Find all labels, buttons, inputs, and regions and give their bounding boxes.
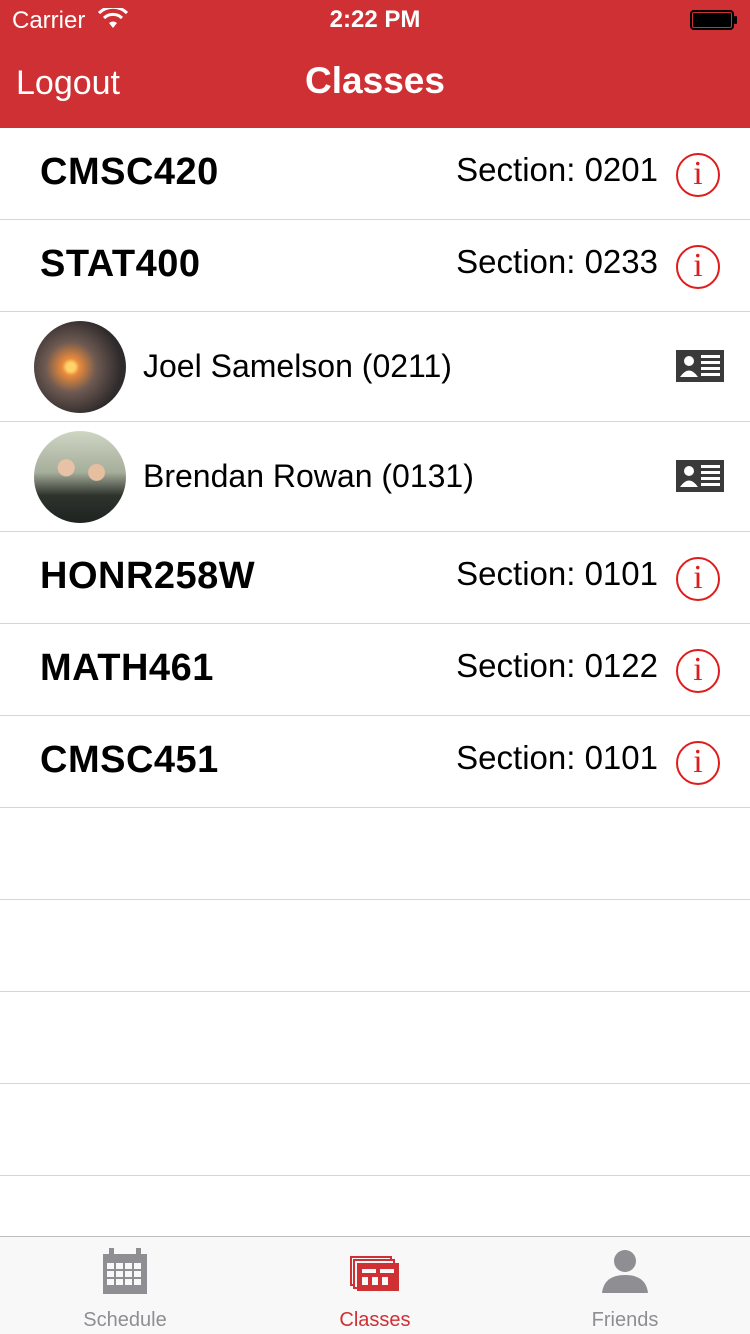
- course-row[interactable]: MATH461 Section: 0122 i: [0, 624, 750, 716]
- tab-schedule[interactable]: Schedule: [0, 1237, 250, 1334]
- carrier-label: Carrier: [12, 7, 86, 34]
- empty-row: [0, 900, 750, 992]
- friend-name: Brendan Rowan (0131): [143, 458, 474, 494]
- course-row[interactable]: CMSC420 Section: 0201 i: [0, 128, 750, 220]
- empty-row: [0, 992, 750, 1084]
- classes-icon: [350, 1256, 399, 1291]
- wifi-icon: [98, 8, 128, 28]
- avatar: [34, 431, 126, 523]
- tab-classes[interactable]: Classes: [250, 1237, 500, 1334]
- avatar: [34, 321, 126, 413]
- course-code: MATH461: [40, 647, 214, 689]
- battery-icon: [690, 10, 737, 30]
- course-section: Section: 0233: [456, 243, 658, 280]
- classes-list: CMSC420 Section: 0201 i STAT400 Section:…: [0, 128, 750, 1176]
- friend-name: Joel Samelson (0211): [143, 348, 452, 384]
- status-bar: Carrier 2:22 PM: [0, 0, 750, 40]
- friend-row[interactable]: Brendan Rowan (0131): [0, 422, 750, 532]
- person-icon: [602, 1250, 648, 1293]
- course-code: HONR258W: [40, 555, 256, 597]
- friend-row[interactable]: Joel Samelson (0211): [0, 312, 750, 422]
- course-code: CMSC451: [40, 739, 219, 781]
- info-icon[interactable]: i: [676, 557, 720, 601]
- tab-label: Classes: [339, 1309, 411, 1331]
- course-row[interactable]: HONR258W Section: 0101 i: [0, 532, 750, 624]
- navigation-header: Carrier 2:22 PM Logout Classes: [0, 0, 750, 128]
- empty-row: [0, 1084, 750, 1176]
- logout-button[interactable]: Logout: [16, 64, 120, 103]
- info-icon[interactable]: i: [676, 741, 720, 785]
- info-icon[interactable]: i: [676, 245, 720, 289]
- course-code: STAT400: [40, 243, 201, 285]
- tab-friends[interactable]: Friends: [500, 1237, 750, 1334]
- course-code: CMSC420: [40, 151, 219, 193]
- contact-card-icon[interactable]: [676, 350, 724, 382]
- course-row[interactable]: CMSC451 Section: 0101 i: [0, 716, 750, 808]
- course-section: Section: 0201: [456, 151, 658, 188]
- course-section: Section: 0101: [456, 555, 658, 592]
- calendar-icon: [103, 1248, 147, 1294]
- course-row[interactable]: STAT400 Section: 0233 i: [0, 220, 750, 312]
- course-section: Section: 0101: [456, 739, 658, 776]
- empty-row: [0, 808, 750, 900]
- info-icon[interactable]: i: [676, 649, 720, 693]
- tab-bar: Schedule Classes Friends: [0, 1236, 750, 1334]
- info-icon[interactable]: i: [676, 153, 720, 197]
- tab-label: Friends: [591, 1309, 659, 1331]
- contact-card-icon[interactable]: [676, 460, 724, 492]
- course-section: Section: 0122: [456, 647, 658, 684]
- tab-label: Schedule: [83, 1309, 167, 1331]
